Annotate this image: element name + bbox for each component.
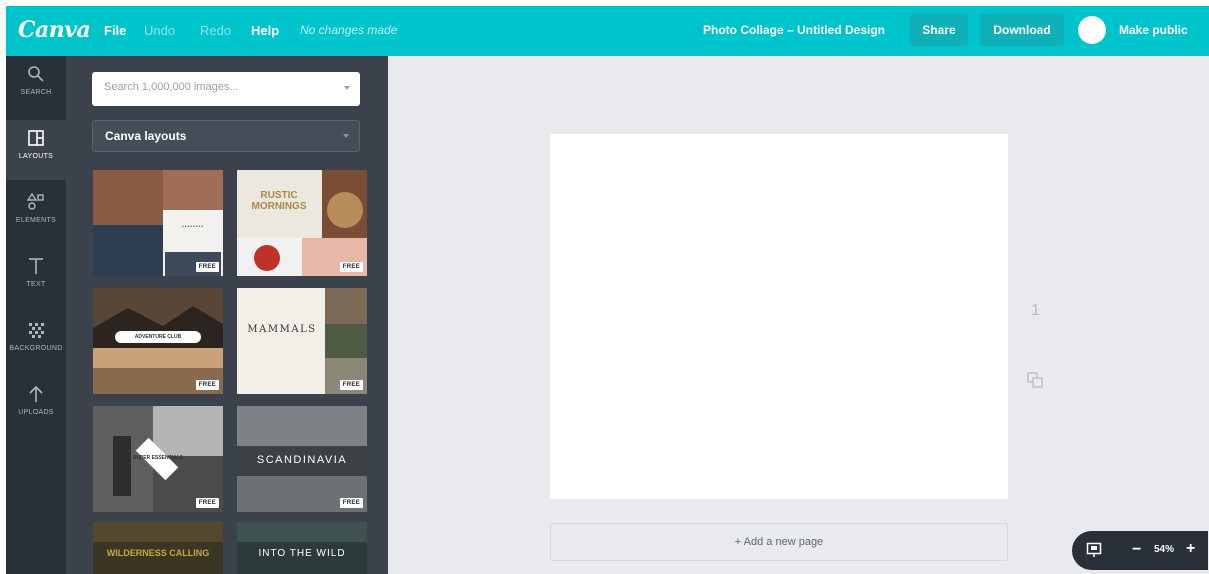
undo-button[interactable]: Undo: [144, 23, 175, 38]
zoom-out-button[interactable]: −: [1132, 541, 1141, 559]
rail-label-uploads: UPLOADS: [18, 409, 54, 416]
redo-button[interactable]: Redo: [200, 23, 231, 38]
layout-thumbnail[interactable]: MAMMALS FREE: [237, 288, 367, 394]
layout-category-select[interactable]: Canva layouts: [92, 120, 360, 152]
rail-item-uploads[interactable]: UPLOADS: [6, 376, 66, 436]
design-page[interactable]: [550, 134, 1008, 499]
upload-icon: [29, 385, 43, 402]
chevron-down-icon[interactable]: [344, 86, 350, 90]
page-number: 1: [1031, 302, 1040, 319]
top-toolbar: Canva File Undo Redo Help No changes mad…: [6, 6, 1209, 56]
share-button[interactable]: Share: [910, 14, 968, 46]
layout-text: ADVENTURE CLUB: [115, 331, 201, 343]
zoom-level[interactable]: 54%: [1154, 544, 1174, 555]
document-title[interactable]: Photo Collage – Untitled Design: [703, 23, 885, 37]
background-icon: [29, 323, 44, 338]
rail-label-search: SEARCH: [20, 89, 52, 96]
download-button[interactable]: Download: [980, 14, 1064, 46]
free-badge: FREE: [195, 498, 219, 508]
make-public-button[interactable]: Make public: [1119, 23, 1188, 37]
rail-label-elements: ELEMENTS: [15, 217, 57, 224]
zoom-in-button[interactable]: +: [1186, 540, 1195, 558]
help-menu[interactable]: Help: [251, 23, 279, 38]
elements-icon: [26, 192, 44, 210]
free-badge: FREE: [195, 262, 219, 272]
free-badge: FREE: [339, 262, 363, 272]
layout-text: WILDERNESS CALLING: [106, 548, 210, 558]
rail-item-layouts[interactable]: LAYOUTS: [6, 120, 66, 180]
text-icon: [29, 258, 43, 274]
layout-category-value: Canva layouts: [105, 129, 187, 143]
rail-label-layouts: LAYOUTS: [18, 153, 54, 160]
layout-preview-image: [237, 170, 367, 276]
layouts-panel: Canva layouts •••••••• FREE: [66, 56, 388, 574]
layout-preview-image: [93, 170, 223, 276]
canva-logo[interactable]: Canva: [18, 17, 91, 43]
layout-thumbnail[interactable]: WILDERNESS CALLING: [93, 522, 223, 574]
layout-thumbnail[interactable]: SCANDINAVIA FREE: [237, 406, 367, 512]
layout-text: SUPER ESSENTIALS: [132, 455, 183, 461]
chevron-down-icon: [343, 134, 349, 138]
image-search-box[interactable]: [92, 72, 360, 106]
copy-page-icon[interactable]: [1026, 371, 1044, 389]
rail-item-background[interactable]: BACKGROUND: [6, 312, 66, 372]
free-badge: FREE: [339, 380, 363, 390]
layout-text: ••••••••: [181, 224, 204, 230]
layout-text: RUSTIC MORNINGS: [251, 190, 307, 212]
tool-rail: SEARCH LAYOUTS ELEMENTS TEXT BACKGROUND …: [6, 56, 66, 574]
layout-text: MAMMALS: [247, 324, 317, 335]
search-icon: [28, 66, 44, 82]
user-avatar[interactable]: [1078, 16, 1106, 44]
image-search-input[interactable]: [102, 80, 326, 94]
layout-text: INTO THE WILD: [258, 548, 346, 559]
rail-item-elements[interactable]: ELEMENTS: [6, 184, 66, 244]
layout-thumbnail[interactable]: INTO THE WILD: [237, 522, 367, 574]
free-badge: FREE: [195, 380, 219, 390]
free-badge: FREE: [339, 498, 363, 508]
layout-text: SCANDINAVIA: [256, 454, 348, 466]
add-page-button[interactable]: + Add a new page: [550, 523, 1008, 561]
rail-label-background: BACKGROUND: [9, 345, 63, 352]
rail-item-search[interactable]: SEARCH: [6, 56, 66, 116]
layout-thumbnail[interactable]: •••••••• FREE: [93, 170, 223, 276]
file-menu[interactable]: File: [104, 23, 126, 38]
save-status: No changes made: [300, 23, 398, 37]
layout-thumbnail[interactable]: RUSTIC MORNINGS FREE: [237, 170, 367, 276]
zoom-controls: − 54% +: [1072, 531, 1208, 570]
rail-label-text: TEXT: [26, 281, 46, 288]
layout-thumbnail[interactable]: SUPER ESSENTIALS FREE: [93, 406, 223, 512]
present-icon[interactable]: [1086, 542, 1102, 558]
layout-preview-image: [237, 288, 367, 394]
rail-item-text[interactable]: TEXT: [6, 248, 66, 308]
layouts-icon: [28, 130, 44, 146]
canva-editor: Canva File Undo Redo Help No changes mad…: [6, 6, 1209, 574]
layout-thumbnail[interactable]: ADVENTURE CLUB FREE: [93, 288, 223, 394]
